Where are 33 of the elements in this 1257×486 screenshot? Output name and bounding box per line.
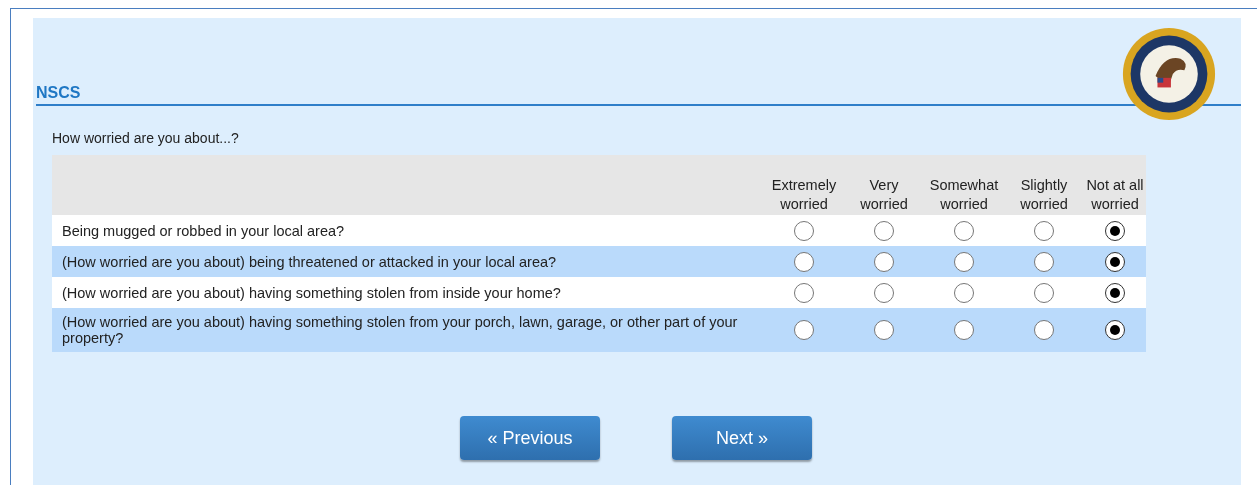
radio-button[interactable] <box>954 320 974 340</box>
radio-button[interactable] <box>954 251 974 272</box>
question-label: (How worried are you about) having something stolen from inside your home? <box>52 277 764 308</box>
radio-button[interactable] <box>874 320 894 340</box>
radio-button[interactable] <box>874 251 894 272</box>
radio-button[interactable] <box>794 320 814 340</box>
radio-button[interactable] <box>874 282 894 303</box>
question-label: (How worried are you about) being threatened or attacked in your local area? <box>52 246 764 277</box>
radio-button[interactable] <box>1034 251 1054 272</box>
section-title: NSCS <box>36 84 81 102</box>
radio-button[interactable] <box>874 220 894 241</box>
column-header: Slightly worried <box>1004 155 1084 215</box>
radio-button[interactable] <box>1105 251 1125 272</box>
radio-button[interactable] <box>954 282 974 303</box>
previous-button[interactable]: « Previous <box>460 416 600 460</box>
radio-button[interactable] <box>794 251 814 272</box>
radio-button[interactable] <box>1105 220 1125 241</box>
question-text: How worried are you about...? <box>52 130 240 146</box>
column-header: Somewhat worried <box>924 155 1004 215</box>
radio-button[interactable] <box>794 282 814 303</box>
radio-button[interactable] <box>794 220 814 241</box>
next-button[interactable]: Next » <box>672 416 812 460</box>
question-label: (How worried are you about) having something stolen from your porch, lawn, garage, or other part of your property? <box>52 308 764 352</box>
radio-button[interactable] <box>1105 320 1125 340</box>
radio-button[interactable] <box>1034 282 1054 303</box>
radio-button[interactable] <box>1034 320 1054 340</box>
radio-button[interactable] <box>1105 282 1125 303</box>
radio-button[interactable] <box>954 220 974 241</box>
radio-button[interactable] <box>1034 220 1054 241</box>
column-header: Not at all worried <box>1084 155 1146 215</box>
column-header: Very worried <box>844 155 924 215</box>
column-header: Extremely worried <box>764 155 844 215</box>
question-label: Being mugged or robbed in your local area? <box>52 215 764 246</box>
